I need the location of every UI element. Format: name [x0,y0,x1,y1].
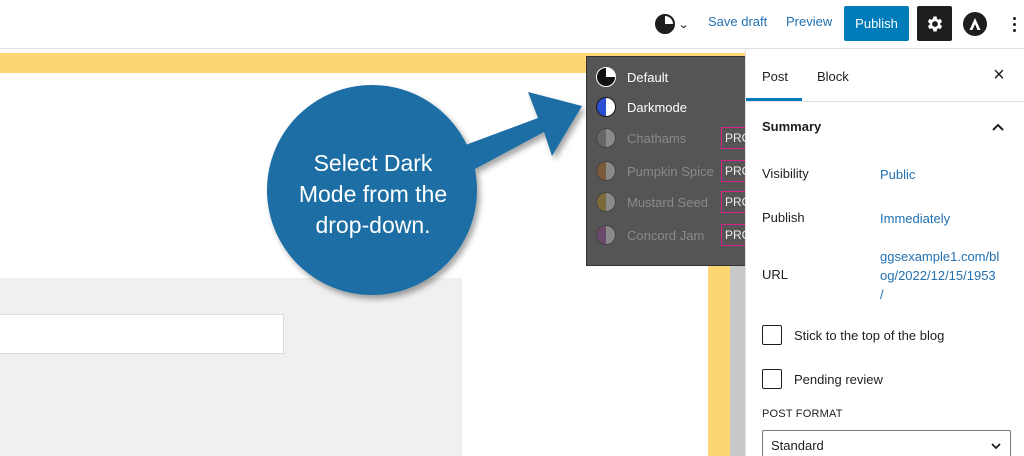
dropdown-item-concord-jam[interactable]: Concord Jam [596,223,704,247]
half-blue-circle-icon [596,97,616,117]
url-link[interactable]: ggsexample1.com/bl og/2022/12/15/1953 / [880,247,999,304]
pro-badge: PRO [721,127,747,149]
tab-post[interactable]: Post [762,69,788,84]
url-line: / [880,287,884,302]
settings-button[interactable] [917,6,952,41]
dropdown-item-label: Darkmode [627,99,687,115]
dropdown-item-default[interactable]: Default [596,65,668,89]
close-icon[interactable]: × [989,65,1009,85]
dot-icon [1012,28,1016,32]
content-input[interactable] [0,314,284,354]
pro-badge: PRO [721,191,747,213]
dropdown-item-pumpkin-spice[interactable]: Pumpkin Spice [596,159,714,183]
url-label: URL [762,267,789,282]
dropdown-item-chathams[interactable]: Chathams [596,126,686,150]
post-format-value: Standard [771,437,824,453]
callout-line: drop-down. [315,212,431,238]
summary-panel-title[interactable]: Summary [762,119,821,134]
chevron-up-icon[interactable] [990,119,1006,135]
pending-review-label: Pending review [794,372,883,387]
astra-button[interactable] [963,12,987,36]
tab-divider [746,101,1024,102]
url-line: og/2022/12/15/1953 [880,268,996,283]
callout-line: Select Dark [313,150,433,176]
dropdown-item-label: Pumpkin Spice [627,163,714,179]
more-options-button[interactable] [1008,12,1020,36]
dropdown-item-label: Default [627,69,669,85]
mustard-circle-icon [596,192,616,212]
stick-to-top-label: Stick to the top of the blog [794,328,945,343]
callout-text: Select Dark Mode from the drop-down. [283,148,463,241]
astra-logo-icon [969,18,981,30]
url-line: ggsexample1.com/bl [880,249,1000,264]
visibility-link[interactable]: Public [880,165,915,184]
chevron-down-icon: ⌄ [677,18,690,31]
pending-review-checkbox[interactable] [762,369,782,389]
dropdown-item-label: Concord Jam [627,227,705,243]
editor-window: ⌄ Save draft Preview Publish Default Dar… [0,0,1024,456]
dot-icon [1012,22,1016,26]
orange-circle-icon [596,161,616,181]
dropdown-item-darkmode[interactable]: Darkmode [596,95,687,119]
dot-icon [1012,16,1016,20]
gear-icon [927,16,942,31]
color-mode-dropdown: Default Darkmode Chathams Pumpkin Spice … [586,56,747,266]
post-format-label: POST FORMAT [762,408,843,420]
post-format-select[interactable]: Standard [762,430,1011,456]
dropdown-item-mustard-seed[interactable]: Mustard Seed [596,190,708,214]
half-black-circle-icon [596,67,616,87]
publish-label: Publish [762,210,805,225]
publish-button[interactable]: Publish [844,6,909,41]
callout-line: Mode from the [298,181,448,207]
color-mode-toggle[interactable]: ⌄ [655,11,697,37]
pro-badge: PRO [721,160,747,182]
visibility-label: Visibility [762,166,809,181]
dropdown-item-label: Chathams [627,130,687,146]
top-toolbar: ⌄ Save draft Preview Publish [0,0,1024,49]
half-circle-icon [655,14,675,34]
publish-date-link[interactable]: Immediately [880,209,950,228]
chevron-down-icon [991,443,1001,450]
tab-block[interactable]: Block [817,69,849,84]
settings-sidebar: Post Block × Summary Visibility Public P… [745,49,1024,456]
preview-button[interactable]: Preview [786,14,832,29]
save-draft-button[interactable]: Save draft [708,14,767,29]
purple-circle-icon [596,225,616,245]
gray-circle-icon [596,128,616,148]
stick-to-top-checkbox[interactable] [762,325,782,345]
dropdown-item-label: Mustard Seed [627,194,708,210]
pro-badge: PRO [721,224,747,246]
